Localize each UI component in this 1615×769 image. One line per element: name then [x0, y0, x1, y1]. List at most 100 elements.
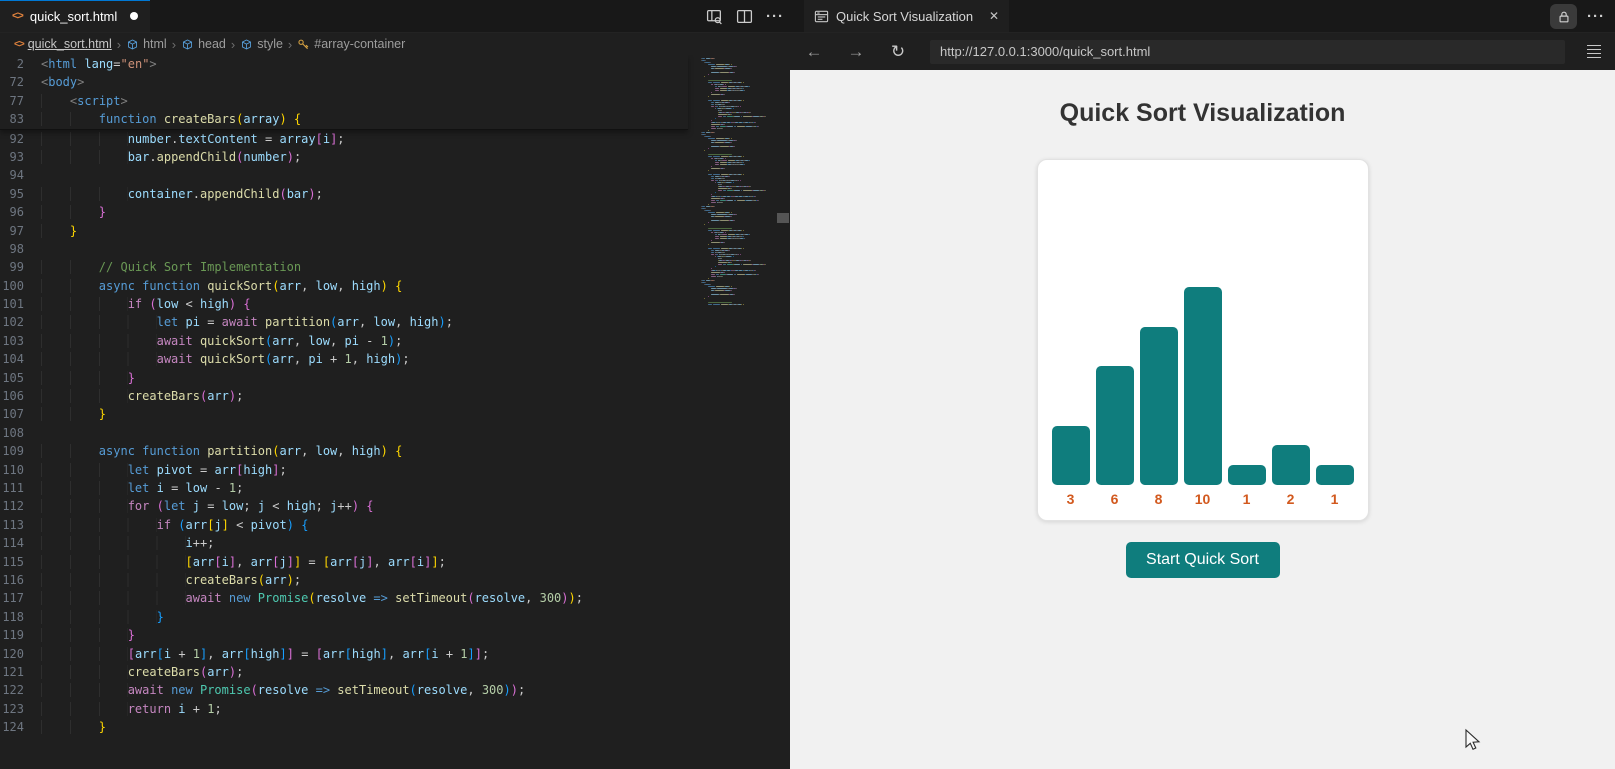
code-line[interactable]: 96 } — [0, 203, 790, 221]
code-line[interactable]: 116 createBars(arr); — [0, 571, 790, 589]
line-number: 120 — [0, 645, 41, 663]
line-number: 112 — [0, 497, 41, 515]
bar-column: 3 — [1052, 426, 1090, 507]
tab-quick-sort-visualization[interactable]: Quick Sort Visualization ✕ — [804, 0, 1009, 32]
modified-dot-icon — [130, 12, 138, 20]
bar-column: 1 — [1316, 465, 1354, 507]
line-number: 114 — [0, 534, 41, 552]
code-line[interactable]: 109 async function partition(arr, low, h… — [0, 442, 790, 460]
line-number: 100 — [0, 277, 41, 295]
line-number: 119 — [0, 626, 41, 644]
code-line[interactable]: 93 bar.appendChild(number); — [0, 148, 790, 166]
array-container-card: 36810121 — [1037, 159, 1369, 521]
minimap[interactable] — [701, 58, 777, 306]
code-line[interactable]: 97 } — [0, 222, 790, 240]
line-number: 105 — [0, 369, 41, 387]
code-line[interactable]: 119 } — [0, 626, 790, 644]
code-editor[interactable]: 2<html lang="en">72<body>77 <script>83 f… — [0, 55, 790, 769]
code-line[interactable]: 77 <script> — [0, 92, 688, 110]
code-line[interactable]: 106 createBars(arr); — [0, 387, 790, 405]
code-line[interactable]: 105 } — [0, 369, 790, 387]
more-actions-icon[interactable]: ··· — [766, 0, 784, 33]
line-number: 117 — [0, 589, 41, 607]
split-editor-icon[interactable] — [736, 8, 753, 25]
bar-value-label: 10 — [1195, 491, 1211, 507]
code-lines[interactable]: 92 number.textContent = array[i];93 bar.… — [0, 130, 790, 737]
back-icon[interactable]: ← — [804, 42, 824, 62]
close-icon[interactable]: ✕ — [989, 9, 999, 23]
line-number: 92 — [0, 130, 41, 148]
code-line[interactable]: 98 — [0, 240, 790, 258]
bar-value-label: 2 — [1287, 491, 1295, 507]
breadcrumb-item-array-container[interactable]: #array-container — [297, 37, 405, 51]
line-number: 98 — [0, 240, 41, 258]
line-number: 115 — [0, 553, 41, 571]
code-line[interactable]: 118 } — [0, 608, 790, 626]
code-line[interactable]: 92 number.textContent = array[i]; — [0, 130, 790, 148]
simple-browser-pane: Quick Sort Visualization ✕ ··· ← → ↻ Qui… — [790, 0, 1615, 769]
code-line[interactable]: 72<body> — [0, 73, 688, 91]
line-number: 99 — [0, 258, 41, 276]
code-line[interactable]: 111 let i = low - 1; — [0, 479, 790, 497]
menu-icon[interactable] — [1587, 45, 1601, 59]
breadcrumb-item-head[interactable]: head — [181, 37, 226, 51]
code-line[interactable]: 94 — [0, 166, 790, 184]
code-line[interactable]: 95 container.appendChild(bar); — [0, 185, 790, 203]
code-line[interactable]: 114 i++; — [0, 534, 790, 552]
url-input[interactable] — [930, 40, 1565, 64]
bar — [1096, 366, 1134, 485]
line-number: 83 — [0, 110, 41, 128]
breadcrumb-item-style[interactable]: style — [240, 37, 283, 51]
bar-value-label: 6 — [1111, 491, 1119, 507]
sticky-scroll[interactable]: 2<html lang="en">72<body>77 <script>83 f… — [0, 55, 688, 130]
more-actions-icon[interactable]: ··· — [1587, 0, 1605, 33]
vscode-window: <> quick_sort.html ··· — [0, 0, 1615, 769]
code-line[interactable]: 83 function createBars(array) { — [0, 110, 688, 128]
code-line[interactable]: 107 } — [0, 405, 790, 423]
code-line[interactable]: 122 await new Promise(resolve => setTime… — [0, 681, 790, 699]
tab-quick-sort-html[interactable]: <> quick_sort.html — [0, 0, 150, 32]
code-line[interactable]: 103 await quickSort(arr, low, pi - 1); — [0, 332, 790, 350]
line-number: 72 — [0, 73, 41, 91]
bar — [1052, 426, 1090, 485]
line-number: 110 — [0, 461, 41, 479]
code-line[interactable]: 120 [arr[i + 1], arr[high]] = [arr[high]… — [0, 645, 790, 663]
breadcrumb-separator: › — [117, 37, 121, 52]
code-line[interactable]: 124 } — [0, 718, 790, 736]
browser-pane-controls: ··· — [1550, 0, 1605, 33]
breadcrumb-item-html[interactable]: html — [126, 37, 167, 51]
symbol-element-icon — [181, 38, 194, 51]
code-line[interactable]: 113 if (arr[j] < pivot) { — [0, 516, 790, 534]
breadcrumb: <> quick_sort.html › html › head › style — [0, 33, 790, 55]
editor-actions: ··· — [706, 0, 784, 33]
code-line[interactable]: 108 — [0, 424, 790, 442]
code-line[interactable]: 100 async function quickSort(arr, low, h… — [0, 277, 790, 295]
code-line[interactable]: 121 createBars(arr); — [0, 663, 790, 681]
breadcrumb-separator: › — [288, 37, 292, 52]
bar-column: 2 — [1272, 445, 1310, 507]
code-line[interactable]: 104 await quickSort(arr, pi + 1, high); — [0, 350, 790, 368]
editor-scrollbar-thumb[interactable] — [777, 213, 789, 223]
breadcrumb-item-file[interactable]: <> quick_sort.html — [14, 37, 112, 51]
code-line[interactable]: 117 await new Promise(resolve => setTime… — [0, 589, 790, 607]
code-line[interactable]: 99 // Quick Sort Implementation — [0, 258, 790, 276]
symbol-element-icon — [126, 38, 139, 51]
code-line[interactable]: 102 let pi = await partition(arr, low, h… — [0, 313, 790, 331]
reload-icon[interactable]: ↻ — [888, 42, 908, 62]
code-line[interactable]: 123 return i + 1; — [0, 700, 790, 718]
code-line[interactable]: 112 for (let j = low; j < high; j++) { — [0, 497, 790, 515]
code-line[interactable]: 115 [arr[i], arr[j]] = [arr[j], arr[i]]; — [0, 553, 790, 571]
breadcrumb-separator: › — [172, 37, 176, 52]
code-line[interactable]: 2<html lang="en"> — [0, 55, 688, 73]
line-number: 94 — [0, 166, 41, 184]
forward-icon[interactable]: → — [846, 42, 866, 62]
open-preview-icon[interactable] — [706, 8, 723, 25]
start-quick-sort-button[interactable]: Start Quick Sort — [1126, 542, 1280, 578]
minimap-line — [701, 304, 777, 306]
line-number: 122 — [0, 681, 41, 699]
bar — [1184, 287, 1222, 485]
focus-lock-icon[interactable] — [1550, 4, 1577, 29]
line-number: 124 — [0, 718, 41, 736]
code-line[interactable]: 110 let pivot = arr[high]; — [0, 461, 790, 479]
code-line[interactable]: 101 if (low < high) { — [0, 295, 790, 313]
